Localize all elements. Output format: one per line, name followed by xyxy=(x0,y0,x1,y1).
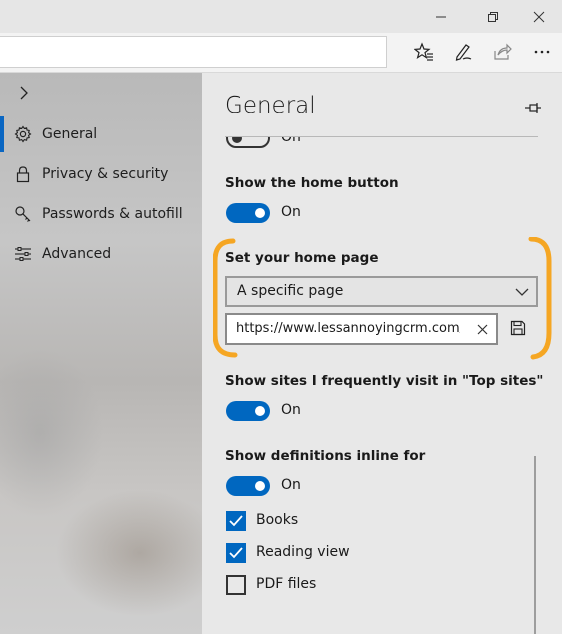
reading-view-checkbox[interactable] xyxy=(226,543,246,563)
header-divider xyxy=(225,136,538,137)
share-button[interactable] xyxy=(489,39,515,65)
browser-toolbar xyxy=(0,33,562,73)
home-page-select-value: A specific page xyxy=(237,283,344,299)
sidebar-item-general[interactable]: General xyxy=(0,116,202,152)
sliders-icon xyxy=(12,243,34,265)
home-page-url-value: https://www.lessannoyingcrm.com/app xyxy=(236,321,460,336)
more-dots-icon xyxy=(534,50,550,54)
gear-icon xyxy=(12,123,34,145)
chevron-down-icon xyxy=(514,284,530,300)
home-button-toggle[interactable] xyxy=(226,203,270,223)
reading-view-checkbox-label: Reading view xyxy=(256,544,350,560)
key-icon xyxy=(12,203,34,225)
checkmark-icon xyxy=(229,547,243,559)
pen-icon xyxy=(455,44,472,61)
sidebar-item-advanced[interactable]: Advanced xyxy=(0,236,202,272)
scroll-mask xyxy=(202,113,562,137)
restore-button[interactable] xyxy=(470,0,516,33)
save-disk-icon xyxy=(510,320,526,336)
sidebar-item-label: Passwords & autofill xyxy=(42,206,183,222)
home-button-toggle-state: On xyxy=(281,204,301,220)
definitions-heading: Show definitions inline for xyxy=(225,448,426,464)
close-window-button[interactable] xyxy=(516,0,562,33)
home-page-select[interactable]: A specific page xyxy=(225,276,538,307)
address-bar[interactable] xyxy=(0,36,387,68)
sidebar-item-privacy[interactable]: Privacy & security xyxy=(0,156,202,192)
favorites-button[interactable] xyxy=(411,39,437,65)
sidebar-item-passwords[interactable]: Passwords & autofill xyxy=(0,196,202,232)
books-checkbox[interactable] xyxy=(226,511,246,531)
settings-sidebar: General Privacy & security Passwords & a… xyxy=(0,73,202,634)
expand-sidebar-button[interactable] xyxy=(14,83,34,103)
panel-scrollbar[interactable] xyxy=(534,456,536,634)
home-page-heading: Set your home page xyxy=(225,250,379,266)
share-icon xyxy=(494,43,512,60)
toggle-knob xyxy=(255,481,265,491)
title-bar xyxy=(0,0,562,33)
home-button-heading: Show the home button xyxy=(225,175,399,191)
chevron-right-icon xyxy=(20,86,28,100)
minimize-button[interactable] xyxy=(418,0,464,33)
minimize-icon xyxy=(436,16,446,17)
sidebar-item-label: General xyxy=(42,126,98,142)
toggle-knob xyxy=(255,406,265,416)
clear-url-button[interactable] xyxy=(474,321,490,337)
definitions-toggle[interactable] xyxy=(226,476,270,496)
favorites-star-icon xyxy=(414,42,433,61)
save-home-page-button[interactable] xyxy=(508,318,528,338)
more-button[interactable] xyxy=(529,39,555,65)
active-indicator xyxy=(0,116,4,152)
top-sites-toggle-state: On xyxy=(281,402,301,418)
sidebar-item-label: Advanced xyxy=(42,246,112,262)
close-icon xyxy=(533,11,545,22)
toggle-knob xyxy=(255,208,265,218)
sidebar-item-label: Privacy & security xyxy=(42,166,169,182)
settings-panel: General On Show the home button On Set y… xyxy=(202,73,562,634)
definitions-toggle-state: On xyxy=(281,477,301,493)
top-sites-heading: Show sites I frequently visit in "Top si… xyxy=(225,373,544,389)
pdf-files-checkbox[interactable] xyxy=(226,575,246,595)
lock-icon xyxy=(12,163,34,185)
checkmark-icon xyxy=(229,515,243,527)
clear-x-icon xyxy=(477,324,487,334)
web-note-button[interactable] xyxy=(450,39,476,65)
books-checkbox-label: Books xyxy=(256,512,299,528)
home-page-url-input[interactable]: https://www.lessannoyingcrm.com/app xyxy=(225,313,498,345)
restore-icon xyxy=(488,11,498,22)
pdf-files-checkbox-label: PDF files xyxy=(256,576,317,592)
top-sites-toggle[interactable] xyxy=(226,401,270,421)
